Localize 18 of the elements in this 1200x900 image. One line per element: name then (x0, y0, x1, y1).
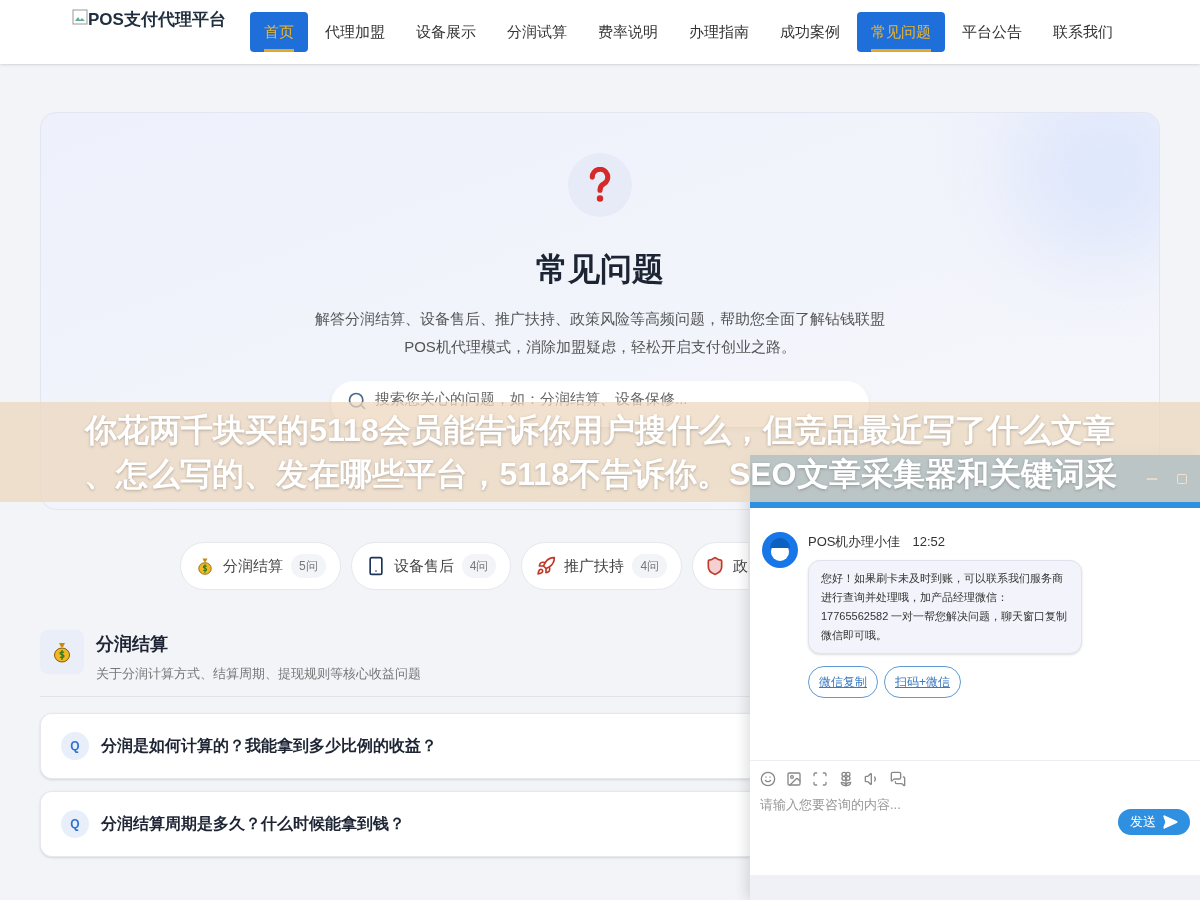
section-title: 分润结算 (96, 633, 169, 656)
page-description: 解答分润结算、设备售后、推广扶持、政策风险等高频问题，帮助您全面了解钻钱联盟POS机代理模式，消除加盟疑虑，轻松开启支付创业之路。 (314, 309, 886, 357)
message-bubble: 您好！如果刷卡未及时到账，可以联系我们服务商进行查询并处理哦，加产品经理微信：17765562582 一对一帮您解决问题，聊天窗口复制微信即可哦。 (808, 559, 1082, 654)
faq-question: 分润结算周期是多久？什么时候能拿到钱？ (101, 813, 405, 834)
q-badge: Q (61, 809, 89, 838)
page-title: 常见问题 (536, 250, 664, 289)
agent-name: POS机办理小佳 (808, 533, 901, 551)
message-time: 12:52 (912, 533, 945, 551)
faq-question: 分润是如何计算的？我能拿到多少比例的收益？ (101, 735, 437, 756)
category-label: 分润结算 (223, 555, 283, 576)
question-count: 4问 (461, 554, 497, 578)
category-label: 推广扶持 (564, 555, 625, 576)
section-subtitle: 关于分润计算方式、结算周期、提现规则等核心收益问题 (96, 665, 421, 683)
question-count: 4问 (632, 554, 668, 578)
question-count: 5问 (291, 554, 326, 578)
q-badge: Q (61, 731, 89, 760)
category-label: 设备售后 (393, 555, 454, 576)
category-label: 政 (733, 555, 749, 576)
